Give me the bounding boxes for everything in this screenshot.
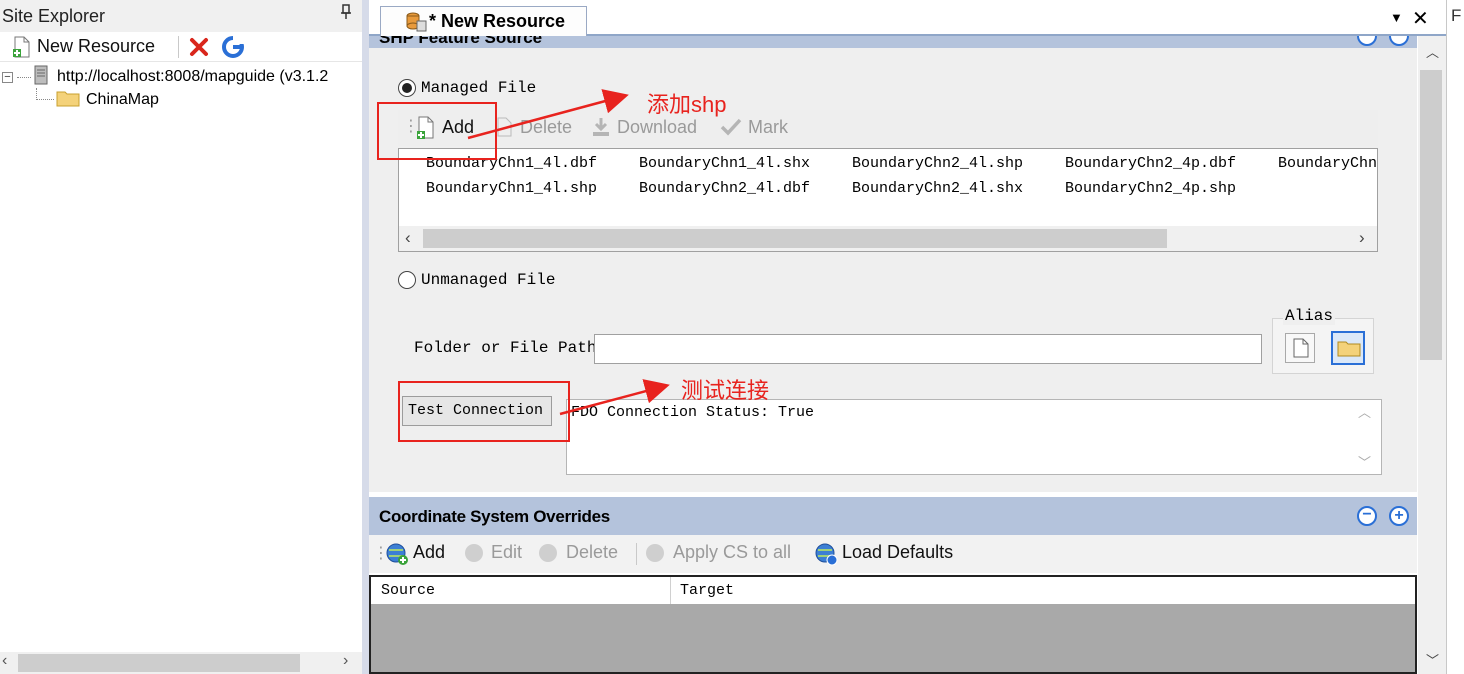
alias-label: Alias xyxy=(1283,307,1336,325)
arrow-add xyxy=(467,89,629,140)
arrow-test xyxy=(559,379,670,416)
annotation-test-connection: 测试连接 xyxy=(681,378,770,403)
annotation-arrows xyxy=(467,89,670,416)
annotation-add-shp: 添加shp xyxy=(647,92,727,117)
